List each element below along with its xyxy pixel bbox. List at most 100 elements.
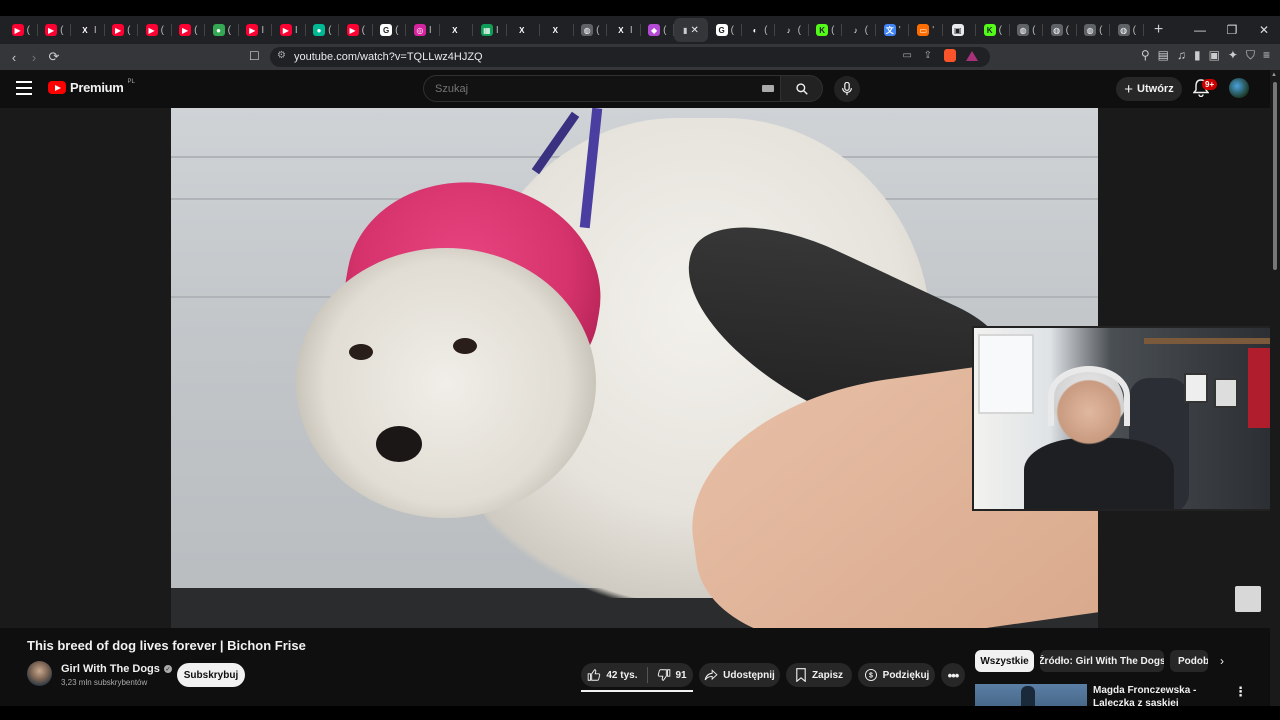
vpn-icon[interactable]: ⛉	[1246, 48, 1255, 63]
tab-title: (	[730, 24, 734, 36]
youtube-logo[interactable]: Premium PL	[48, 78, 135, 95]
tab-title: (	[1099, 24, 1103, 36]
webcam-shelf	[1144, 338, 1278, 344]
browser-tab[interactable]: ▶(	[38, 18, 71, 42]
browser-tab[interactable]: K(	[976, 18, 1010, 42]
scroll-up-icon[interactable]: ▲	[1271, 72, 1277, 78]
channel-name-row[interactable]: Girl With The Dogs ✓	[61, 663, 172, 675]
share-button[interactable]: Udostępnij	[699, 663, 780, 687]
picture-in-picture-webcam[interactable]	[972, 326, 1280, 511]
browser-tab[interactable]: ▶(	[138, 18, 172, 42]
chip-source[interactable]: Źródło: Girl With The Dogs	[1040, 650, 1164, 672]
browser-tab[interactable]: 文 '	[876, 18, 909, 42]
browser-tab[interactable]: K(	[809, 18, 842, 42]
more-vertical-icon[interactable]: ⋮	[1234, 684, 1247, 700]
browser-tab[interactable]: ◍(	[1043, 18, 1077, 42]
app-icon: ●	[313, 24, 326, 36]
search-input[interactable]	[423, 75, 781, 102]
save-label: Zapisz	[811, 669, 844, 681]
menu-icon[interactable]: ≡	[1263, 48, 1270, 63]
browser-tab[interactable]: ♪(	[842, 18, 876, 42]
url-field[interactable]: ⚙ youtube.com/watch?v=TQLLwz4HJZQ ▭ ⇪	[270, 47, 990, 67]
channel-avatar[interactable]	[27, 661, 52, 686]
tab-search-icon[interactable]: ▤	[1158, 48, 1169, 63]
brave-rewards-icon[interactable]	[966, 51, 978, 61]
channel-watermark[interactable]	[1235, 586, 1261, 612]
reload-icon[interactable]: ⟳	[44, 49, 64, 65]
browser-tab[interactable]: ◎ I	[406, 18, 440, 42]
globe-icon: ◍	[1017, 24, 1030, 36]
browser-tab[interactable]: ▶(	[172, 18, 205, 42]
browser-tab[interactable]: ◍(	[1010, 18, 1043, 42]
minimize-icon[interactable]: —	[1184, 16, 1216, 44]
more-actions-button[interactable]: •••	[941, 663, 965, 687]
leo-ai-icon[interactable]: ✦	[1228, 48, 1238, 63]
browser-tab[interactable]: ▶ I	[239, 18, 272, 42]
youtube-play-icon	[48, 81, 66, 94]
browser-tab[interactable]: XI	[607, 18, 641, 42]
browser-tab[interactable]: ▶(	[339, 18, 373, 42]
chip-all[interactable]: Wszystkie	[975, 650, 1034, 672]
tab-title: I	[629, 24, 633, 36]
forward-icon[interactable]: ›	[24, 50, 44, 65]
logo-region: PL	[127, 78, 135, 85]
thanks-label: Podziękuj	[882, 669, 930, 681]
back-icon[interactable]: ‹	[4, 50, 24, 65]
browser-tab[interactable]: ◐(	[742, 18, 775, 42]
scrollbar-thumb[interactable]	[1273, 82, 1277, 270]
account-avatar[interactable]	[1229, 78, 1249, 98]
browser-tab[interactable]: ▶ I	[272, 18, 306, 42]
create-button[interactable]: + Utwórz	[1116, 77, 1182, 101]
sidebar-icon[interactable]: ▮	[1194, 48, 1201, 63]
music-icon[interactable]: ♫	[1177, 48, 1186, 63]
browser-tab[interactable]: ●(	[205, 18, 239, 42]
browser-tab[interactable]: G(	[708, 18, 742, 42]
browser-tab[interactable]: ◍(	[1077, 18, 1110, 42]
subscribe-button[interactable]: Subskrybuj	[177, 663, 245, 687]
browser-tab[interactable]: ▦ I	[473, 18, 507, 42]
voice-search-button[interactable]	[834, 76, 860, 102]
browser-tab[interactable]: ▶(	[4, 18, 38, 42]
thanks-button[interactable]: $ Podziękuj	[858, 663, 935, 687]
guide-menu-icon[interactable]	[16, 81, 32, 95]
chevron-right-icon[interactable]: ›	[1220, 654, 1224, 668]
browser-tab[interactable]: X	[540, 18, 574, 42]
browser-tab[interactable]: ♪(	[775, 18, 809, 42]
page-scrollbar[interactable]: ▲ ▼	[1270, 70, 1280, 720]
browser-tab[interactable]: ◍(	[574, 18, 607, 42]
extensions-icon[interactable]: ⚲	[1141, 48, 1150, 63]
browser-tab[interactable]: XI	[71, 18, 105, 42]
dislike-button[interactable]: 91	[657, 668, 687, 682]
browser-tab[interactable]: ▭ '	[909, 18, 943, 42]
browser-tab[interactable]: ●(	[306, 18, 339, 42]
new-tab-icon[interactable]: +	[1144, 21, 1174, 39]
site-info-icon[interactable]: ⚙	[277, 50, 286, 61]
browser-tab[interactable]: X	[440, 18, 473, 42]
browser-tab[interactable]: ▶(	[105, 18, 138, 42]
chip-related[interactable]: Podobne	[1170, 650, 1208, 672]
search-button[interactable]	[781, 75, 823, 102]
active-browser-tab[interactable]: ▮ ✕	[674, 18, 708, 42]
video-player[interactable]	[171, 108, 1098, 628]
url-text: youtube.com/watch?v=TQLLwz4HJZQ	[294, 51, 483, 63]
bookmark-icon[interactable]: ☐	[249, 49, 260, 63]
wallet-icon[interactable]: ▣	[1209, 48, 1220, 63]
browser-tab[interactable]: ◆(	[641, 18, 674, 42]
close-tab-icon[interactable]: ✕	[691, 25, 699, 36]
like-button[interactable]: 42 tys.	[587, 668, 638, 682]
browser-tab[interactable]: ▣	[943, 18, 976, 42]
translate-icon: 文	[883, 24, 896, 36]
window-controls: — ❐ ✕	[1184, 16, 1280, 44]
brave-shield-icon[interactable]	[944, 49, 956, 62]
share-page-icon[interactable]: ⇪	[924, 50, 932, 61]
install-icon[interactable]: ▭	[903, 50, 912, 61]
browser-tab[interactable]: X	[507, 18, 540, 42]
verified-icon: ✓	[163, 665, 172, 673]
keyboard-icon[interactable]	[762, 85, 774, 92]
restore-icon[interactable]: ❐	[1216, 16, 1248, 44]
browser-tab[interactable]: ◍(	[1110, 18, 1144, 42]
close-window-icon[interactable]: ✕	[1248, 16, 1280, 44]
save-button[interactable]: Zapisz	[786, 663, 852, 687]
channel-name[interactable]: Girl With The Dogs	[61, 663, 160, 675]
browser-tab[interactable]: G(	[373, 18, 406, 42]
